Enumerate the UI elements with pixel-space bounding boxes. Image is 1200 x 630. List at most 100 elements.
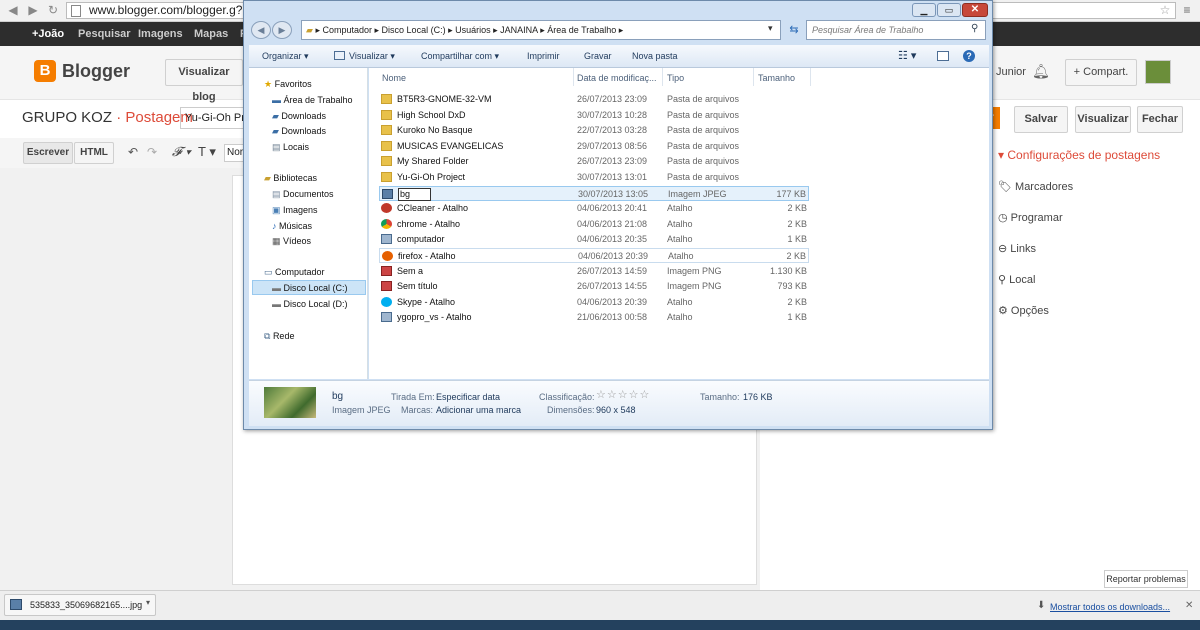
forward-nav-icon[interactable]: ▶ [272,21,292,39]
crumb-user[interactable]: JANAINA [500,25,538,35]
gbar-search[interactable]: Pesquisar [78,22,131,46]
nav-music[interactable]: ♪ Músicas [272,220,312,232]
nav-downloads-2[interactable]: ▰ Downloads [272,125,326,137]
redo-icon[interactable]: ↷ [147,145,157,159]
save-button[interactable]: Salvar [1014,106,1068,133]
gbar-images[interactable]: Imagens [138,22,183,46]
history-dropdown-icon[interactable]: ▾ [768,23,773,34]
nav-videos[interactable]: ▦ Vídeos [272,235,311,247]
forward-icon[interactable]: ▶ [26,3,40,17]
minimize-button[interactable]: ▁ [912,3,936,17]
bell-icon[interactable]: 🔔︎ [1032,63,1050,80]
schedule-item[interactable]: ◷ Programar [998,211,1063,225]
close-button[interactable]: Fechar [1137,106,1183,133]
table-row[interactable]: Sem a 26/07/2013 14:59 Imagem PNG 1.130 KB [379,264,809,279]
report-problems-button[interactable]: Reportar problemas [1104,570,1188,588]
column-type[interactable]: Tipo [667,72,684,84]
post-title-input[interactable]: Yu-Gi-Oh Pro [180,107,250,129]
table-row[interactable]: Yu-Gi-Oh Project 30/07/2013 13:01 Pasta de… [379,170,809,185]
html-tab[interactable]: HTML [74,142,114,164]
table-row[interactable]: firefox - Atalho 04/06/2013 20:39 Atalho 2 … [379,248,809,263]
gbar-plus[interactable]: +João [32,22,64,46]
burn-button[interactable]: Gravar [584,45,612,68]
table-row[interactable]: bg 30/07/2013 13:05 Imagem JPEG 177 KB [379,185,809,201]
crumb-users[interactable]: Usuários [455,25,491,35]
rating-stars[interactable]: ☆☆☆☆☆ [596,389,650,401]
table-row[interactable]: High School DxD 30/07/2013 10:28 Pasta de … [379,108,809,123]
nav-favorites[interactable]: ★ Favoritos [264,78,312,90]
detail-tags[interactable]: Adicionar uma marca [436,404,521,416]
table-row[interactable]: Kuroko No Basque 22/07/2013 03:28 Pasta de… [379,123,809,138]
preview-button[interactable]: Visualizar [1075,106,1131,133]
font-family-icon[interactable]: 𝓕 ▾ [172,144,191,160]
table-row[interactable]: BT5R3-GNOME-32-VM 26/07/2013 23:09 Pasta d… [379,92,809,107]
view-menu[interactable]: Visualizar ▾ [349,45,395,68]
crumb-desktop[interactable]: Área de Trabalho [547,25,616,35]
print-button[interactable]: Imprimir [527,45,560,68]
star-icon[interactable]: ☆ [1158,3,1172,17]
view-options-icon[interactable]: ☷ ▾ [898,45,916,68]
nav-places[interactable]: ▤ Locais [272,141,309,153]
maximize-button[interactable]: ▭ [937,3,961,17]
download-menu-icon[interactable]: ▾ [146,598,150,607]
breadcrumb[interactable]: ▰ ▸ Computador ▸ Disco Local (C:) ▸ Usuá… [301,20,781,40]
share-menu[interactable]: Compartilhar com ▾ [421,45,499,68]
avatar[interactable] [1145,60,1171,84]
links-item[interactable]: ⊖ Links [998,242,1036,256]
search-icon[interactable]: ⚲ [971,23,978,34]
close-window-button[interactable]: ✕ [962,3,988,17]
compose-tab[interactable]: Escrever [23,142,73,164]
table-row[interactable]: Skype - Atalho 04/06/2013 20:39 Atalho 2 KB [379,295,809,310]
back-icon[interactable]: ◀ [6,3,20,17]
close-shelf-icon[interactable]: ✕ [1185,600,1193,611]
download-shelf [0,590,1200,620]
view-blog-button[interactable]: Visualizar blog [165,59,243,103]
gbar-maps[interactable]: Mapas [194,22,228,46]
search-input[interactable]: Pesquisar Área de Trabalho [806,20,986,40]
column-date[interactable]: Data de modificaç... [577,72,657,84]
help-icon[interactable]: ? [963,50,975,62]
table-row[interactable]: Sem título 26/07/2013 14:55 Imagem PNG 793 … [379,279,809,294]
nav-network[interactable]: ⧉ Rede [264,330,294,342]
show-all-downloads-link[interactable]: Mostrar todos os downloads... [1050,601,1170,613]
nav-drive-d[interactable]: ▬ Disco Local (D:) [272,298,348,310]
column-size[interactable]: Tamanho [758,72,795,84]
nav-drive-c[interactable]: ▬ Disco Local (C:) [272,282,348,294]
refresh-icon[interactable]: ⇆ [786,21,802,39]
blogger-brand[interactable]: Blogger [62,60,130,82]
blogger-logo-icon[interactable]: B [34,60,56,82]
font-size-icon[interactable]: T ▾ [198,144,216,160]
new-folder-button[interactable]: Nova pasta [632,45,678,68]
undo-icon[interactable]: ↶ [128,145,138,159]
user-name[interactable]: Junior [996,66,1026,78]
column-name[interactable]: Nome [382,72,406,84]
location-item[interactable]: ⚲ Local [998,273,1035,287]
reload-icon[interactable]: ↻ [46,3,60,17]
back-nav-icon[interactable]: ◀ [251,21,271,39]
table-row[interactable]: MUSICAS EVANGELICAS 29/07/2013 08:56 Pasta… [379,139,809,154]
crumb-drive[interactable]: Disco Local (C:) [382,25,446,35]
organize-menu[interactable]: Organizar ▾ [262,45,309,68]
menu-icon[interactable]: ≡ [1180,3,1194,17]
share-button[interactable]: + Compart. [1065,59,1137,86]
table-row[interactable]: ygopro_vs - Atalho 21/06/2013 00:58 Atalho… [379,310,809,325]
options-item[interactable]: ⚙ Opções [998,304,1049,318]
preview-pane-icon[interactable] [937,51,949,61]
table-row[interactable]: chrome - Atalho 04/06/2013 21:08 Atalho 2 K… [379,217,809,232]
nav-computer[interactable]: ▭ Computador [264,266,325,278]
table-row[interactable]: computador 04/06/2013 20:35 Atalho 1 KB [379,232,809,247]
table-row[interactable]: CCleaner - Atalho 04/06/2013 20:41 Atalho 2… [379,201,809,216]
download-filename[interactable]: 535833_35069682165....jpg [30,599,142,611]
labels-item[interactable]: 🏷︎ Marcadores [998,180,1073,194]
rename-input[interactable]: bg [398,187,432,201]
settings-title[interactable]: ▾ Configurações de postagens [998,148,1160,162]
nav-documents[interactable]: ▤ Documentos [272,188,334,200]
nav-pictures[interactable]: ▣ Imagens [272,204,318,216]
detail-taken[interactable]: Especificar data [436,391,500,403]
nav-libraries[interactable]: ▰ Bibliotecas [264,172,317,184]
table-row[interactable]: My Shared Folder 26/07/2013 23:09 Pasta de… [379,154,809,169]
nav-desktop[interactable]: ▬ Área de Trabalho [272,94,353,106]
nav-downloads-1[interactable]: ▰ Downloads [272,110,326,122]
crumb-computer[interactable]: Computador [322,25,372,35]
nav-videos-label: Vídeos [283,236,312,246]
